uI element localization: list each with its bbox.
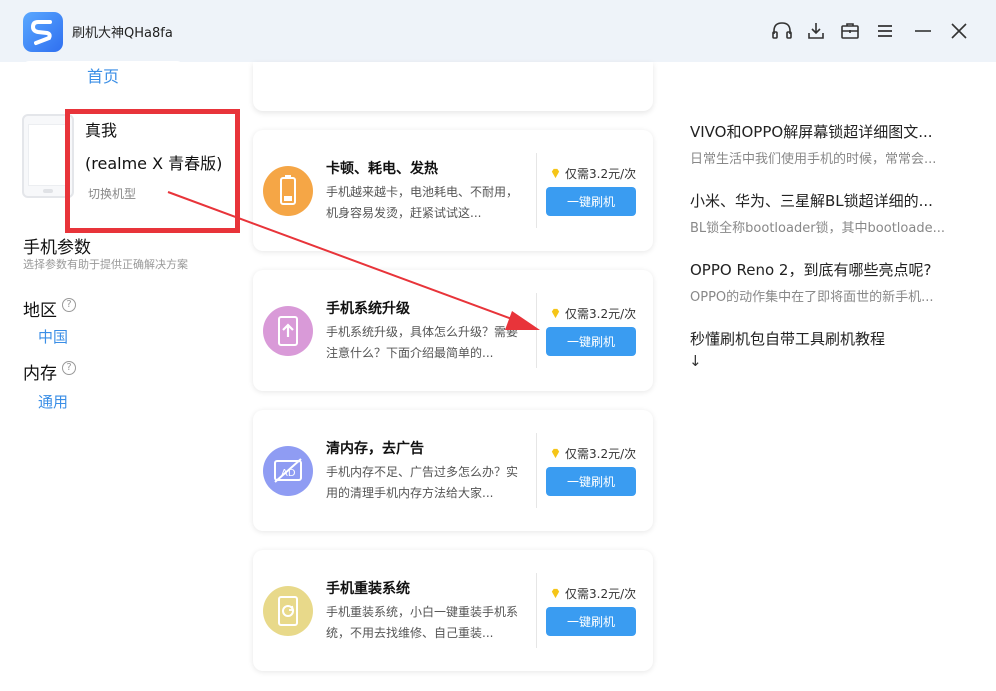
price-label: 仅需3.2元/次 xyxy=(550,165,636,182)
price-label: 仅需3.2元/次 xyxy=(550,445,636,462)
annotation-highlight-box xyxy=(65,109,240,233)
price-label: 仅需3.2元/次 xyxy=(550,305,636,322)
region-label: 地区 xyxy=(23,301,57,321)
diamond-icon xyxy=(551,448,560,459)
storage-label: 内存 xyxy=(23,364,57,384)
reinstall-icon xyxy=(263,586,313,636)
card-title: 手机系统升级 xyxy=(326,301,410,317)
download-icon[interactable] xyxy=(805,20,827,42)
card-title: 清内存，去广告 xyxy=(326,441,424,457)
flash-button[interactable]: 一键刷机 xyxy=(546,467,636,496)
no-ads-icon: AD xyxy=(263,446,313,496)
storage-help-icon[interactable]: ? xyxy=(62,361,76,375)
card-lag-battery: 卡顿、耗电、发热 手机越来越卡，电池耗电、不耐用，机身容易发烫，赶紧试试这...… xyxy=(253,130,653,251)
minimize-icon[interactable] xyxy=(912,20,934,42)
article-title[interactable]: 小米、华为、三星解BL锁超详细的... xyxy=(690,190,933,211)
card-desc: 手机内存不足、广告过多怎么办？实用的清理手机内存方法给大家... xyxy=(326,465,519,500)
region-help-icon[interactable]: ? xyxy=(62,298,76,312)
title-bar: 刷机大神QHa8fa xyxy=(0,0,996,62)
article-title[interactable]: VIVO和OPPO解屏幕锁超详细图文... xyxy=(690,121,933,142)
diamond-icon xyxy=(551,308,560,319)
app-title: 刷机大神QHa8fa xyxy=(72,26,173,41)
article-desc: 日常生活中我们使用手机的时候，常常会... xyxy=(690,152,937,167)
params-title: 手机参数 xyxy=(23,238,91,258)
toolbox-icon[interactable] xyxy=(839,20,861,42)
flash-button[interactable]: 一键刷机 xyxy=(546,327,636,356)
region-value[interactable]: 中国 xyxy=(38,326,68,347)
params-subtitle: 选择参数有助于提供正确解决方案 xyxy=(23,258,188,271)
down-arrow-icon: ↓ xyxy=(689,352,702,370)
headphones-icon[interactable] xyxy=(771,20,793,42)
flash-button[interactable]: 一键刷机 xyxy=(546,187,636,216)
storage-value[interactable]: 通用 xyxy=(38,391,68,412)
price-label: 仅需3.2元/次 xyxy=(550,585,636,602)
article-title[interactable]: OPPO Reno 2，到底有哪些亮点呢? xyxy=(690,259,931,280)
card-system-upgrade: 手机系统升级 手机系统升级，具体怎么升级？需要注意什么？下面介绍最简单的... … xyxy=(253,270,653,391)
article-desc: BL锁全称bootloader锁，其中bootloade... xyxy=(690,221,945,236)
system-upgrade-icon xyxy=(263,306,313,356)
close-icon[interactable] xyxy=(948,20,970,42)
card-title: 卡顿、耗电、发热 xyxy=(326,161,438,177)
card-clean-ads: AD 清内存，去广告 手机内存不足、广告过多怎么办？实用的清理手机内存方法给大家… xyxy=(253,410,653,531)
article-desc: OPPO的动作集中在了即将面世的新手机... xyxy=(690,290,934,305)
diamond-icon xyxy=(551,168,560,179)
article-title[interactable]: 秒懂刷机包自带工具刷机教程 xyxy=(690,328,885,349)
card-reinstall: 手机重装系统 手机重装系统，小白一键重装手机系统，不用去找维修、自己重装... … xyxy=(253,550,653,671)
battery-icon xyxy=(263,166,313,216)
card-desc: 手机重装系统，小白一键重装手机系统，不用去找维修、自己重装... xyxy=(326,605,519,640)
menu-icon[interactable] xyxy=(874,20,896,42)
tab-home[interactable]: 首页 xyxy=(23,61,183,92)
flash-button[interactable]: 一键刷机 xyxy=(546,607,636,636)
card-desc: 手机越来越卡，电池耗电、不耐用，机身容易发烫，赶紧试试这... xyxy=(326,185,519,220)
card-title: 手机重装系统 xyxy=(326,581,410,597)
app-logo xyxy=(23,12,63,52)
card-desc: 手机系统升级，具体怎么升级？需要注意什么？下面介绍最简单的... xyxy=(326,325,519,360)
card-partial xyxy=(253,62,653,111)
diamond-icon xyxy=(551,588,560,599)
